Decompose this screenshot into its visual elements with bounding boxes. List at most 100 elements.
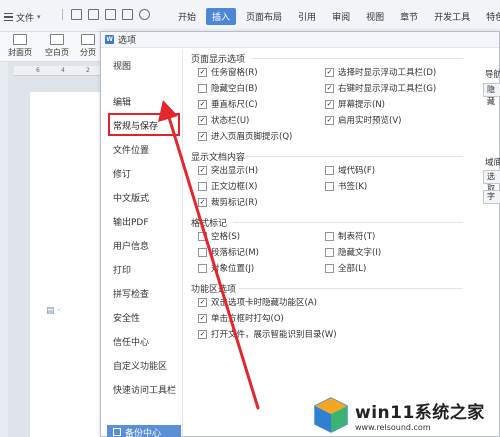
nav-item-chinese-layout[interactable]: 中文版式 [113,191,149,204]
dialog-title-bar: W 选项 [101,32,499,48]
divider [233,222,463,223]
dialog-content: 页面显示选项 ✓ 任务窗格(R) 隐藏空白(B) ✓ 垂直标尺(C) ✓ 状态栏(U)… [185,50,500,436]
checkbox-hide-blank[interactable]: 隐藏空白(B) [198,82,257,94]
checkbox-smart-toc[interactable]: ✓ 打开文件，展示智能识别目录(W) [198,328,337,340]
nav-item-edit[interactable]: 编辑 [113,95,131,108]
nav-item-revision[interactable]: 修订 [113,167,131,180]
checkbox-label: 垂直标尺(C) [211,100,258,110]
tab-page-layout[interactable]: 页面布局 [240,8,288,25]
nav-item-custom-ribbon[interactable]: 自定义功能区 [113,359,167,372]
page-break-icon [81,34,95,45]
field-shading-label: 域底 [485,158,500,168]
chevron-down-icon: ▾ [37,13,41,21]
nav-item-file-location[interactable]: 文件位置 [113,143,149,156]
nav-item-security[interactable]: 安全性 [113,311,140,324]
checkbox-text-boundary[interactable]: 正文边框(X) [198,180,257,192]
checkbox-paragraph-marks[interactable]: 段落标记(M) [198,246,259,258]
nav-item-output-pdf[interactable]: 输出PDF [113,215,149,228]
tab-home[interactable]: 开始 [172,8,202,25]
backup-center-button[interactable]: 备份中心 [107,425,181,437]
tab-review[interactable]: 审阅 [326,8,356,25]
checkbox-box [325,263,334,273]
tab-chapter[interactable]: 章节 [394,8,424,25]
options-dialog: W 选项 视图 编辑 常规与保存 文件位置 修订 中文版式 输出PDF 用户信息… [100,31,500,437]
checkbox-label: 打开文件，展示智能识别目录(W) [211,330,337,340]
nav-pane-select[interactable]: 隐藏 [483,83,500,106]
checkbox-all[interactable]: 全部(L) [325,262,366,274]
checkbox-field-codes[interactable]: 域代码(F) [325,164,375,176]
checkbox-box [198,263,207,273]
checkbox-label: 全部(L) [338,264,367,274]
checkbox-vertical-ruler[interactable]: ✓ 垂直标尺(C) [198,98,258,110]
checkbox-bookmarks[interactable]: 书签(K) [325,180,367,192]
undo-icon[interactable] [139,9,150,20]
dialog-nav: 视图 编辑 常规与保存 文件位置 修订 中文版式 输出PDF 用户信息 打印 拼… [103,50,183,436]
font-substitution-button[interactable]: 字 [483,190,500,204]
blank-page-button[interactable]: 空白页 [45,34,69,58]
checkbox-label: 隐藏空白(B) [211,84,258,94]
save-icon[interactable] [105,9,116,20]
nav-item-spell-check[interactable]: 拼写检查 [113,287,149,300]
checkbox-label: 进入页眉页脚提示(Q) [211,132,293,142]
checkbox-status-bar[interactable]: ✓ 状态栏(U) [198,114,249,126]
watermark-url: www.relsound.com [355,422,431,432]
checkbox-live-preview[interactable]: ✓ 启用实时预览(V) [325,114,401,126]
watermark: win11系统之家 www.relsound.com [312,392,500,437]
field-shading-select[interactable]: 选取 [483,170,500,193]
checkbox-label: 突出显示(H) [211,166,259,176]
open-folder-icon[interactable] [88,9,99,20]
document-page[interactable] [30,92,104,437]
tab-insert[interactable]: 插入 [206,8,237,25]
section-title-ribbon-options: 功能区选项 [191,285,237,295]
divider [62,9,63,20]
nav-item-user-info[interactable]: 用户信息 [113,239,149,252]
checkbox-box: ✓ [198,115,207,125]
checkbox-tabs[interactable]: 制表符(T) [325,230,375,242]
checkbox-screen-tips[interactable]: ✓ 屏幕提示(N) [325,98,385,110]
paragraph-icon: ▤ · [46,306,61,316]
tab-view[interactable]: 视图 [360,8,390,25]
checkbox-spaces[interactable]: 空格(S) [198,230,240,242]
checkbox-crop-marks[interactable]: ✓ 裁剪标记(R) [198,196,258,208]
checkbox-float-toolbar-select[interactable]: ✓ 选择时显示浮动工具栏(D) [325,66,436,78]
section-title-page-display: 页面显示选项 [191,55,246,65]
checkbox-box: ✓ [198,131,207,141]
checkbox-click-box-check[interactable]: ✓ 单击方框时打勾(O) [198,312,284,324]
backup-center-label: 备份中心 [125,428,162,437]
print-icon[interactable] [122,9,133,20]
nav-item-quick-access[interactable]: 快速访问工具栏 [113,383,176,396]
checkbox-hidden-text[interactable]: 隐藏文字(I) [325,246,381,258]
checkbox-label: 启用实时预览(V) [338,116,402,126]
checkbox-box: ✓ [198,329,207,339]
checkbox-box: ✓ [198,297,207,307]
tab-features[interactable]: 特色功能 [480,8,500,25]
ruler-mark: 4 [61,67,65,74]
tab-developer[interactable]: 开发工具 [428,8,476,25]
checkbox-header-footer-tip[interactable]: ✓ 进入页眉页脚提示(Q) [198,130,292,142]
new-doc-icon[interactable] [71,9,82,20]
nav-item-print[interactable]: 打印 [113,263,131,276]
checkbox-object-position[interactable]: 对象位置(J) [198,262,254,274]
horizontal-ruler: 6 4 2 [14,66,104,76]
checkbox-box [198,231,207,241]
divider [245,156,463,157]
checkbox-float-toolbar-right[interactable]: ✓ 右键时显示浮动工具栏(G) [325,82,436,94]
checkbox-hide-ribbon-dblclick[interactable]: ✓ 双击选项卡时隐藏功能区(A) [198,296,317,308]
checkbox-box [325,165,334,175]
checkbox-label: 双击选项卡时隐藏功能区(A) [211,298,317,308]
cover-page-button[interactable]: 封面页 [8,34,32,58]
checkbox-task-pane[interactable]: ✓ 任务窗格(R) [198,66,258,78]
checkbox-box: ✓ [325,115,334,125]
page-break-button[interactable]: 分页 [80,34,96,58]
ruler-mark: 6 [36,67,40,74]
nav-item-trust-center[interactable]: 信任中心 [113,335,149,348]
checkbox-highlight[interactable]: ✓ 突出显示(H) [198,164,258,176]
checkbox-label: 制表符(T) [338,232,376,242]
divider [251,58,463,59]
nav-item-view[interactable]: 视图 [113,59,131,72]
checkbox-box [325,231,334,241]
tab-references[interactable]: 引用 [292,8,322,25]
file-menu-label: 文件 [16,13,35,24]
checkbox-box: ✓ [198,165,207,175]
file-menu-button[interactable]: 文件 ▾ [4,9,41,25]
